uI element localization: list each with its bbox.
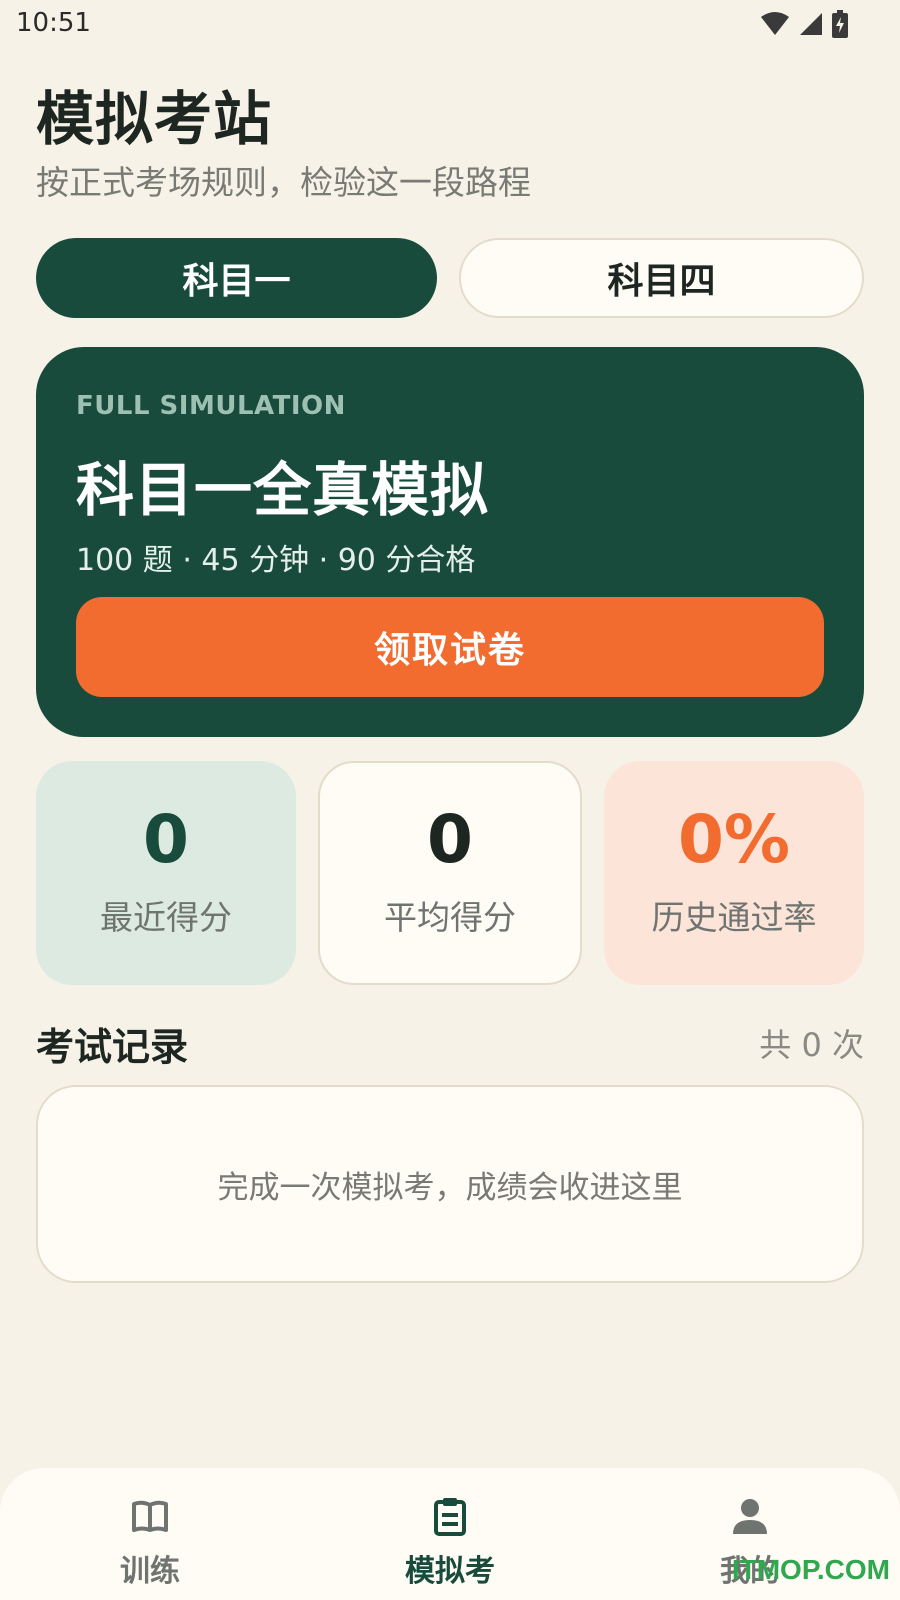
watermark: ITMOP.COM	[731, 1554, 890, 1585]
simulation-card: FULL SIMULATION 科目一全真模拟 100 题 · 45 分钟 · …	[36, 347, 864, 737]
nav-item-mock-exam[interactable]: 模拟考	[300, 1468, 600, 1600]
stat-value: 0	[427, 801, 473, 878]
tab-subject-one[interactable]: 科目一	[36, 238, 437, 318]
simulation-meta: 100 题 · 45 分钟 · 90 分合格	[76, 543, 476, 578]
simulation-eyebrow: FULL SIMULATION	[76, 391, 346, 421]
battery-icon	[832, 10, 848, 38]
records-empty-state: 完成一次模拟考，成绩会收进这里	[36, 1085, 864, 1283]
nav-label: 训练	[120, 1554, 180, 1589]
person-icon	[730, 1496, 770, 1536]
status-bar: 10:51	[0, 0, 900, 50]
stat-label: 最近得分	[100, 898, 232, 937]
stat-value: 0	[143, 801, 189, 878]
get-paper-button[interactable]: 领取试卷	[76, 597, 824, 697]
records-empty-text: 完成一次模拟考，成绩会收进这里	[217, 1169, 683, 1206]
subject-tabs: 科目一 科目四	[36, 238, 864, 318]
stat-label: 平均得分	[384, 898, 516, 937]
page-subtitle: 按正式考场规则，检验这一段路程	[36, 163, 531, 202]
status-time: 10:51	[16, 8, 91, 38]
records-title: 考试记录	[36, 1025, 189, 1069]
wifi-icon	[760, 11, 790, 37]
stat-label: 历史通过率	[651, 898, 817, 937]
book-icon	[130, 1496, 170, 1536]
stat-recent-score: 0 最近得分	[36, 761, 296, 985]
stat-value: 0%	[677, 801, 791, 878]
stats-row: 0 最近得分 0 平均得分 0% 历史通过率	[36, 761, 864, 985]
simulation-title: 科目一全真模拟	[76, 456, 490, 524]
stat-pass-rate: 0% 历史通过率	[604, 761, 864, 985]
page-title: 模拟考站	[36, 85, 273, 153]
nav-item-training[interactable]: 训练	[0, 1468, 300, 1600]
records-count: 共 0 次	[759, 1026, 864, 1064]
status-icons	[760, 10, 848, 38]
records-header: 考试记录 共 0 次	[36, 1016, 864, 1069]
stat-average-score: 0 平均得分	[318, 761, 582, 985]
clipboard-icon	[430, 1496, 470, 1536]
nav-label: 模拟考	[405, 1554, 495, 1589]
signal-icon	[798, 11, 824, 37]
tab-subject-four[interactable]: 科目四	[459, 238, 864, 318]
